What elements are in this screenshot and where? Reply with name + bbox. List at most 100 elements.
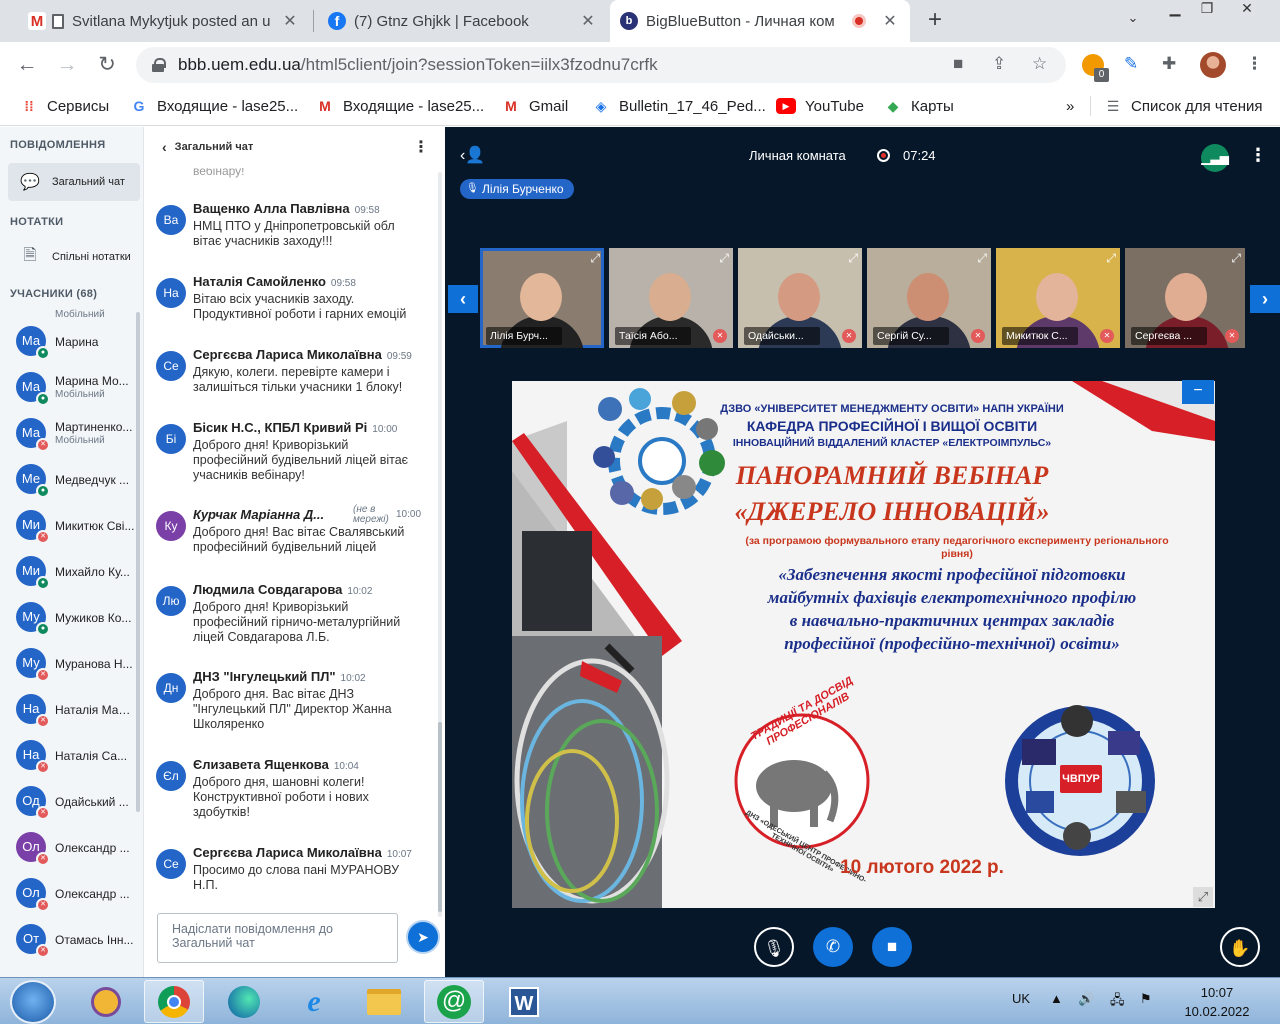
- bookmark-services[interactable]: ⁞⁞ Сервисы: [20, 96, 109, 116]
- minimize-button[interactable]: ▁: [1160, 0, 1190, 22]
- webcam-tile[interactable]: ⤢ Сергій Су... ✕: [867, 248, 991, 348]
- taskbar-clock[interactable]: 10:07 10.02.2022: [1172, 983, 1262, 1021]
- network-icon[interactable]: 🖧: [1110, 991, 1125, 1013]
- chat-scroll-thumb[interactable]: [438, 722, 442, 912]
- user-list-item[interactable]: Му ● Мужиков Ко...: [16, 598, 136, 638]
- webcam-user-label[interactable]: Сергеєва ...: [1131, 327, 1207, 345]
- toggle-userlist-icon[interactable]: ‹👤: [460, 145, 485, 165]
- chat-scrollbar[interactable]: [438, 172, 442, 917]
- user-list-item[interactable]: Ме ● Медведчук ...: [16, 460, 136, 500]
- chat-options-icon[interactable]: ⋮: [413, 137, 429, 157]
- more-bookmarks-button[interactable]: »: [1066, 96, 1074, 116]
- fullscreen-video-icon[interactable]: ⤢: [590, 251, 600, 266]
- webcam-user-label[interactable]: Микитюк С...: [1002, 327, 1078, 345]
- user-list-item[interactable]: Ол ✕ Олександр ...: [16, 828, 136, 868]
- volume-icon[interactable]: 🔊: [1078, 991, 1094, 1007]
- camera-permission-icon[interactable]: ■: [953, 54, 963, 74]
- next-videos-button[interactable]: ›: [1250, 285, 1280, 313]
- raise-hand-button[interactable]: ✋: [1220, 927, 1260, 967]
- reading-list-button[interactable]: ☰ Список для чтения: [1104, 96, 1263, 116]
- recording-indicator-icon[interactable]: [877, 149, 890, 162]
- taskbar-app-at[interactable]: @: [424, 980, 484, 1023]
- user-list-item[interactable]: На ✕ Наталія Са...: [16, 736, 136, 776]
- extensions-puzzle-icon[interactable]: ✚: [1162, 54, 1176, 74]
- forward-icon[interactable]: →: [54, 52, 80, 78]
- user-list-item[interactable]: Ми ✕ Микитюк Сві...: [16, 506, 136, 546]
- close-window-button[interactable]: ✕: [1232, 0, 1262, 22]
- public-chat-link[interactable]: 💬 Загальний чат: [8, 163, 140, 201]
- webcam-user-label[interactable]: Сергій Су...: [873, 327, 949, 345]
- share-icon[interactable]: ⇪: [992, 54, 1006, 74]
- send-message-button[interactable]: ➤: [406, 920, 440, 954]
- taskbar-word[interactable]: W: [494, 980, 554, 1023]
- bookmark-maps[interactable]: ◆ Карты: [884, 96, 954, 116]
- user-list-item[interactable]: Му ✕ Муранова Н...: [16, 644, 136, 684]
- user-list-item[interactable]: На ✕ Наталія Мар...: [16, 690, 136, 730]
- share-webcam-button[interactable]: ■: [872, 927, 912, 967]
- taskbar-edge[interactable]: [214, 980, 274, 1023]
- browser-tab-facebook[interactable]: f (7) Gtnz Ghjkk | Facebook ✕: [318, 0, 608, 42]
- close-tab-icon[interactable]: ✕: [880, 11, 900, 31]
- url-input[interactable]: bbb.uem.edu.ua/html5client/join?sessionT…: [136, 47, 1066, 83]
- browser-tab-gmail[interactable]: M Svitlana Mykytjuk posted an u ✕: [18, 0, 310, 42]
- webcam-user-label[interactable]: Таїсія Або...: [615, 327, 691, 345]
- webcam-user-label[interactable]: Лілія Бурч...: [486, 327, 562, 345]
- tab-search-icon[interactable]: ⌄: [1118, 10, 1148, 32]
- show-hidden-icons[interactable]: ▲: [1050, 991, 1063, 1006]
- audio-phone-button[interactable]: ✆: [813, 927, 853, 967]
- restore-button[interactable]: ❐: [1192, 0, 1222, 22]
- reload-icon[interactable]: ↻: [94, 52, 120, 78]
- bookmark-youtube[interactable]: ▶ YouTube: [776, 96, 864, 116]
- start-button[interactable]: [10, 980, 56, 1024]
- taskbar-chrome[interactable]: [144, 980, 204, 1023]
- profile-avatar[interactable]: [1200, 52, 1226, 78]
- taskbar-ie[interactable]: e: [284, 980, 344, 1023]
- fullscreen-video-icon[interactable]: ⤢: [719, 251, 729, 266]
- user-list-scrollbar[interactable]: [136, 312, 140, 812]
- bookmark-inbox-1[interactable]: G Входящие - lase25...: [130, 96, 299, 116]
- new-tab-button[interactable]: +: [922, 8, 948, 34]
- webcam-tile[interactable]: ⤢ Таїсія Або... ✕: [609, 248, 733, 348]
- language-indicator[interactable]: UK: [1012, 991, 1030, 1006]
- webcam-user-label[interactable]: Одайськи...: [744, 327, 820, 345]
- taskbar-vpn-app[interactable]: [76, 980, 136, 1023]
- fullscreen-video-icon[interactable]: ⤢: [1231, 251, 1241, 266]
- minimize-presentation-button[interactable]: −: [1182, 380, 1214, 404]
- fullscreen-presentation-icon[interactable]: ⤢: [1193, 887, 1213, 907]
- fullscreen-video-icon[interactable]: ⤢: [1106, 251, 1116, 266]
- user-list-item[interactable]: Ма ● Марина Мо... Мобільний: [16, 368, 136, 408]
- hide-chat-chevron-icon[interactable]: ‹: [162, 139, 167, 155]
- user-list-item[interactable]: От ✕ Отамась Інн...: [16, 920, 136, 960]
- fullscreen-video-icon[interactable]: ⤢: [977, 251, 987, 266]
- user-list-item[interactable]: Ма ✕ Мартиненко... Мобільний: [16, 414, 136, 454]
- webcam-tile[interactable]: ⤢ Микитюк С... ✕: [996, 248, 1120, 348]
- bookmark-star-icon[interactable]: ☆: [1032, 54, 1047, 74]
- chat-header[interactable]: ‹ Загальний чат ⋮: [144, 127, 445, 167]
- bookmark-bulletin[interactable]: ◈ Bulletin_17_46_Ped...: [592, 96, 766, 116]
- chat-message-input[interactable]: Надіслати повідомлення до Загальний чат: [157, 913, 398, 963]
- more-menu-icon[interactable]: ⋮: [1246, 54, 1263, 74]
- pen-extension-icon[interactable]: ✎: [1124, 54, 1138, 74]
- user-list-item[interactable]: Ми ● Михайло Ку...: [16, 552, 136, 592]
- talking-indicator[interactable]: Лілія Бурченко: [460, 179, 574, 199]
- user-list-item[interactable]: Ол ✕ Олександр ...: [16, 874, 136, 914]
- prev-videos-button[interactable]: ‹: [448, 285, 478, 313]
- webcam-tile[interactable]: ⤢ Лілія Бурч...: [480, 248, 604, 348]
- webcam-tile[interactable]: ⤢ Одайськи... ✕: [738, 248, 862, 348]
- unmute-mic-button[interactable]: 🎙: [754, 927, 794, 967]
- options-menu-icon[interactable]: ⋮: [1249, 145, 1267, 166]
- user-list-item[interactable]: Од ✕ Одайський ...: [16, 782, 136, 822]
- back-icon[interactable]: ←: [14, 52, 40, 78]
- action-center-flag-icon[interactable]: ⚑: [1140, 991, 1152, 1007]
- taskbar-explorer[interactable]: [354, 980, 414, 1023]
- browser-tab-bbb[interactable]: b BigBlueButton - Личная ком ✕: [610, 0, 910, 42]
- fullscreen-video-icon[interactable]: ⤢: [848, 251, 858, 266]
- connection-status-icon[interactable]: ▁▃▅: [1201, 144, 1229, 172]
- close-tab-icon[interactable]: ✕: [578, 11, 598, 31]
- close-tab-icon[interactable]: ✕: [280, 11, 300, 31]
- user-list-item[interactable]: Ма ● Марина: [16, 322, 136, 362]
- bookmark-gmail[interactable]: M Gmail: [502, 96, 568, 116]
- shared-notes-link[interactable]: 🗎 Спільні нотатки: [8, 238, 140, 276]
- bookmark-inbox-2[interactable]: M Входящие - lase25...: [316, 96, 484, 116]
- webcam-tile[interactable]: ⤢ Сергеєва ... ✕: [1125, 248, 1245, 348]
